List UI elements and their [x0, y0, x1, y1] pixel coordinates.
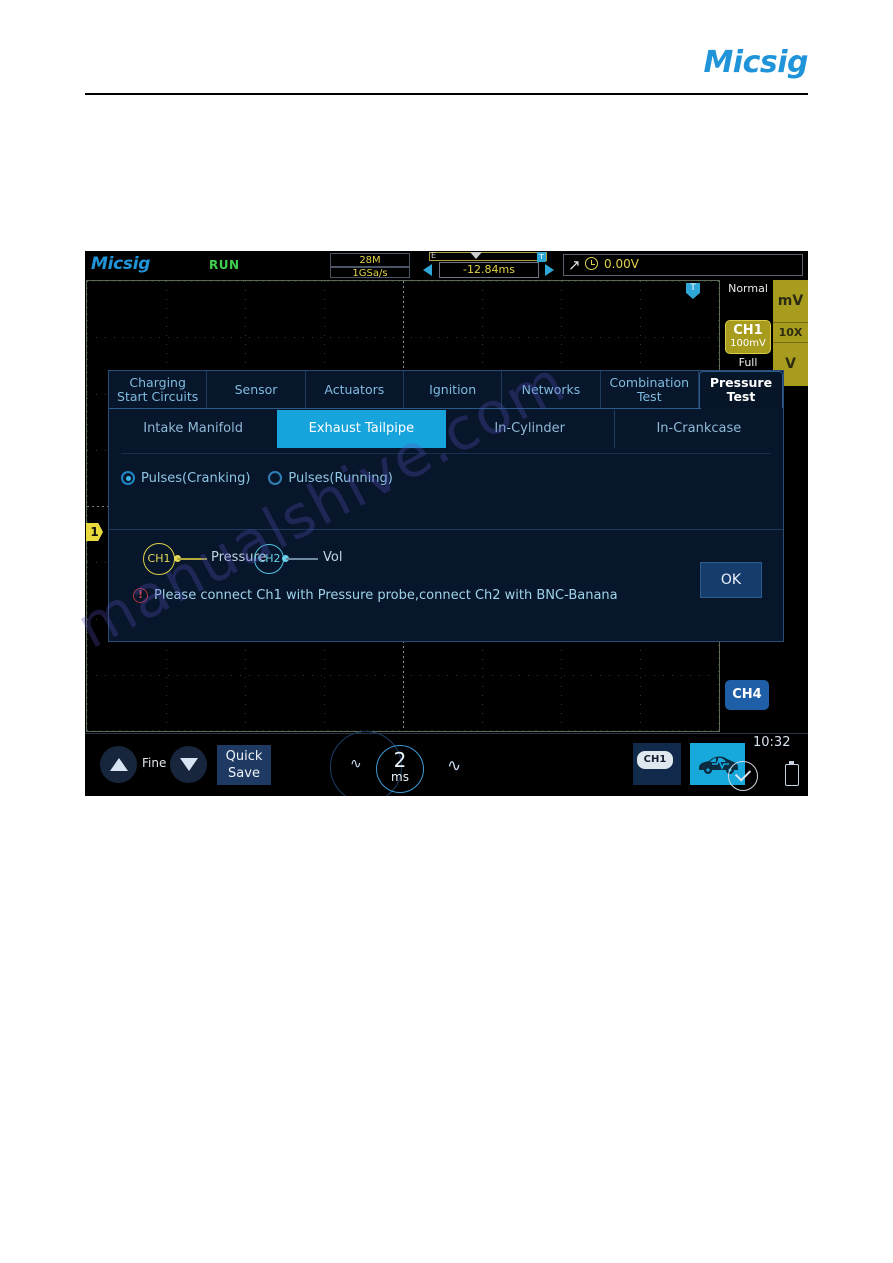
ch2-signal-label: Vol [323, 550, 343, 565]
quick-save-line1: Quick [225, 749, 263, 764]
tab-actuators[interactable]: Actuators [306, 371, 404, 408]
channel1-scale: 100mV [730, 338, 766, 349]
tab-label: Sensor [234, 381, 278, 397]
chevron-down-icon [734, 765, 752, 782]
expand-panel-button[interactable] [728, 761, 758, 791]
increase-button[interactable] [100, 746, 137, 783]
radio-pulses-running[interactable]: Pulses(Running) [268, 470, 393, 486]
probe-ratio-key[interactable]: 10X [773, 323, 808, 343]
tab-ignition[interactable]: Ignition [404, 371, 503, 408]
battery-icon [785, 761, 799, 786]
timebase-value: 2 [393, 748, 407, 772]
header-divider [85, 93, 808, 95]
radio-pulses-cranking[interactable]: Pulses(Cranking) [121, 471, 250, 486]
trigger-mode-label[interactable]: Normal [723, 282, 773, 295]
automotive-test-dialog: Charging Start Circuits Sensor Actuators… [108, 370, 784, 642]
tab-label-line1: Pressure [709, 375, 773, 390]
tab-label: Networks [521, 381, 581, 397]
channel1-bandwidth: Full [738, 356, 758, 369]
tab-label-line2: Start Circuits [117, 388, 199, 404]
document-header: Micsig [85, 45, 808, 95]
waveform-large-icon[interactable]: ∿ [447, 756, 461, 776]
trigger-status-bar[interactable] [563, 254, 803, 276]
diagram-node-ch1: CH1 [143, 543, 175, 575]
tab-label-line2: Test [636, 388, 662, 404]
tab-pressure-test[interactable]: Pressure Test [698, 371, 783, 408]
channel-stack-button[interactable]: CH1 [633, 743, 681, 785]
tab-label-line1: Charging [129, 374, 186, 390]
overview-position-marker-icon [470, 252, 482, 259]
fine-adjust-label[interactable]: Fine [142, 756, 166, 770]
triangle-down-icon [180, 758, 198, 771]
sub-tab-in-crankcase[interactable]: In-Crankcase [613, 410, 783, 448]
time-position-control[interactable]: E T -12.84ms [415, 251, 560, 278]
oscilloscope-screen: Micsig RUN 28M 1GSa/s E T -12.84ms ↗ 0.0… [85, 251, 808, 796]
vertical-scale-keys: mV 10X V [773, 280, 808, 386]
tab-sensor[interactable]: Sensor [207, 371, 306, 408]
sub-tab-bar: Intake Manifold Exhaust Tailpipe In-Cyli… [109, 409, 783, 449]
tab-networks[interactable]: Networks [502, 371, 601, 408]
scope-brand-logo: Micsig [91, 254, 151, 274]
run-status: RUN [209, 258, 240, 272]
timebase-unit: ms [391, 770, 409, 784]
scope-bottom-toolbar: Fine Quick Save ∿ 2 ms ∿ CH1 10:32 [85, 731, 808, 796]
page-root: Micsig Micsig RUN 28M 1GSa/s E T -12.84m… [0, 0, 893, 1263]
overview-left-label: E [431, 251, 437, 260]
sample-rate: 1GSa/s [352, 267, 388, 279]
timebase-overview-bar[interactable]: E T [429, 251, 547, 262]
sub-tab-exhaust-tailpipe[interactable]: Exhaust Tailpipe [277, 410, 446, 448]
sub-tab-intake-manifold[interactable]: Intake Manifold [109, 410, 277, 448]
waveform-small-icon[interactable]: ∿ [350, 756, 362, 772]
channel1-name: CH1 [733, 323, 763, 338]
quick-save-button[interactable]: Quick Save [217, 745, 271, 785]
sub-tab-underline [121, 453, 771, 454]
channel-stack-label: CH1 [637, 751, 679, 775]
timebase-button[interactable]: 2 ms [376, 745, 424, 793]
trigger-info-icon [585, 257, 598, 270]
dialog-section-divider [109, 529, 783, 530]
radio-label: Pulses(Running) [288, 470, 393, 486]
category-tab-bar: Charging Start Circuits Sensor Actuators… [109, 371, 783, 408]
trigger-level-value[interactable]: 0.00V [604, 257, 639, 271]
millivolt-key[interactable]: mV [773, 280, 808, 323]
time-position-right-arrow-icon[interactable] [545, 264, 554, 276]
warning-exclamation-icon: ! [133, 587, 148, 603]
warning-message: Please connect Ch1 with Pressure probe,c… [154, 587, 618, 603]
radio-label: Pulses(Cranking) [141, 470, 251, 486]
probe-connection-diagram: CH1 Pressure CH2 Vol [133, 543, 553, 583]
acquisition-box[interactable]: 28M 1GSa/s [330, 253, 410, 279]
tab-label-line1: Combination [609, 374, 690, 390]
decrease-button[interactable] [170, 746, 207, 783]
time-position-value[interactable]: -12.84ms [439, 262, 539, 278]
radio-button-icon [268, 471, 283, 485]
overview-trigger-marker: T [537, 252, 546, 262]
triangle-up-icon [110, 758, 128, 771]
time-position-left-arrow-icon[interactable] [423, 264, 432, 276]
connection-warning: ! Please connect Ch1 with Pressure probe… [133, 585, 618, 605]
sub-tab-in-cylinder[interactable]: In-Cylinder [446, 410, 614, 448]
tab-label: Ignition [429, 381, 477, 397]
radio-button-icon [121, 471, 135, 485]
diagram-node-ch2: CH2 [254, 544, 284, 574]
rising-edge-icon: ↗ [568, 256, 581, 274]
ch2-lead-line [286, 558, 318, 560]
acquisition-divider [331, 266, 409, 268]
ok-button[interactable]: OK [700, 562, 762, 598]
pulse-mode-radio-group: Pulses(Cranking) Pulses(Running) [121, 465, 771, 491]
scope-status-bar: Micsig RUN 28M 1GSa/s E T -12.84ms ↗ 0.0… [85, 251, 808, 279]
micsig-logo: Micsig [703, 45, 808, 80]
channel1-badge[interactable]: CH1 100mV [725, 320, 771, 354]
tab-label: Actuators [324, 381, 385, 397]
channel4-button[interactable]: CH4 [725, 680, 769, 710]
tab-label-line2: Test [726, 389, 756, 404]
system-clock: 10:32 [753, 735, 791, 750]
tab-charging-start-circuits[interactable]: Charging Start Circuits [109, 371, 208, 408]
quick-save-line2: Save [228, 766, 260, 781]
ch1-lead-line [177, 558, 207, 560]
memory-depth: 28M [359, 255, 381, 266]
tab-combination-test[interactable]: Combination Test [601, 371, 699, 408]
